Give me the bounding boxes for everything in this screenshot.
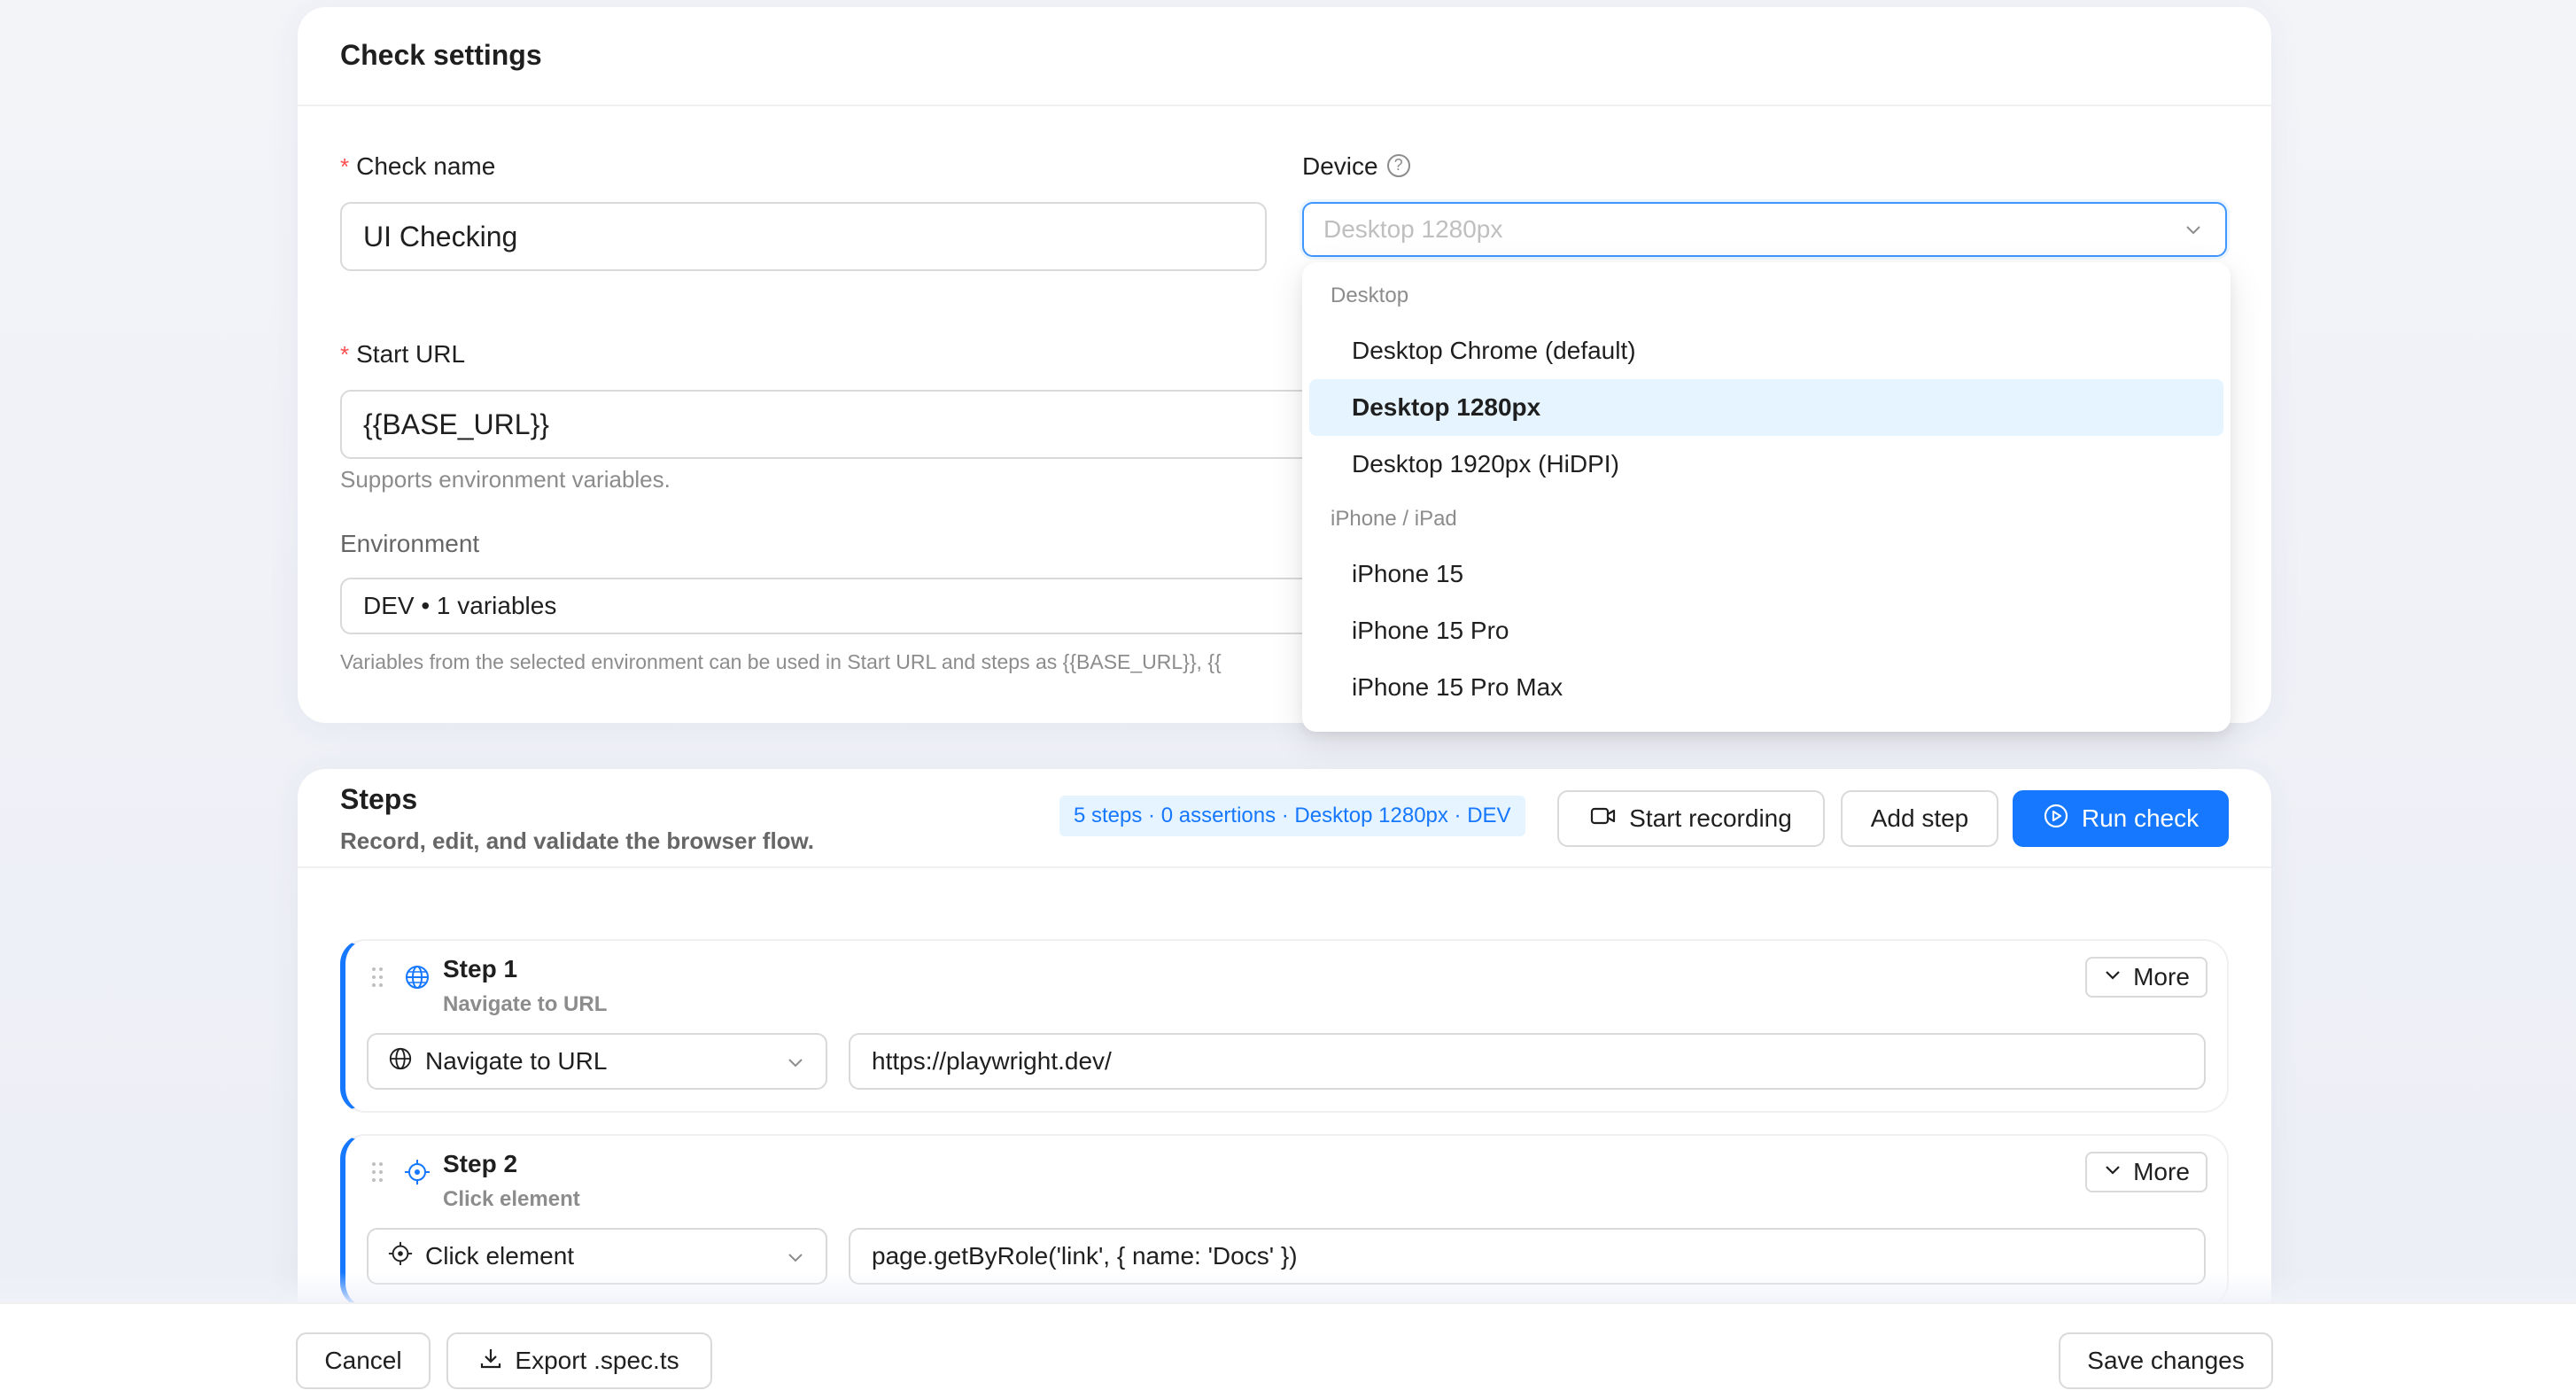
start-recording-button[interactable]: Start recording xyxy=(1557,790,1825,847)
check-settings-title: Check settings xyxy=(298,7,2271,106)
device-option[interactable]: Desktop 1920px (HiDPI) xyxy=(1309,436,2223,493)
steps-title: Steps xyxy=(340,783,418,815)
step-action-label: Navigate to URL xyxy=(425,1047,608,1075)
export-button[interactable]: Export .spec.ts xyxy=(446,1332,712,1389)
device-option[interactable]: iPhone 15 Pro Max xyxy=(1309,659,2223,716)
step-title: Step 1 xyxy=(443,955,518,982)
device-select-placeholder: Desktop 1280px xyxy=(1323,215,1503,243)
device-select[interactable]: Desktop 1280px xyxy=(1302,202,2227,257)
chevron-down-icon xyxy=(785,1246,806,1274)
start-url-label: * Start URL xyxy=(340,340,466,368)
step-title: Step 2 xyxy=(443,1150,518,1177)
chevron-down-icon xyxy=(785,1051,806,1079)
cancel-button[interactable]: Cancel xyxy=(296,1332,431,1389)
dropdown-group-label: Desktop xyxy=(1331,283,1409,307)
required-asterisk: * xyxy=(340,153,350,180)
step-card: Step 1 Navigate to URL More Navigate to … xyxy=(340,939,2229,1113)
aim-icon xyxy=(388,1241,413,1272)
device-label: Device? xyxy=(1302,152,1410,181)
environment-label: Environment xyxy=(340,530,480,557)
steps-divider xyxy=(298,866,2271,868)
footer-fade xyxy=(0,1272,2576,1304)
add-step-button[interactable]: Add step xyxy=(1841,790,1998,847)
chevron-down-icon xyxy=(2103,1158,2122,1186)
globe-icon xyxy=(388,1046,413,1077)
globe-icon xyxy=(404,964,431,995)
check-name-label: * Check name xyxy=(340,152,496,180)
start-url-input[interactable]: {{BASE_URL}} xyxy=(340,390,1332,459)
device-option-selected[interactable]: Desktop 1280px xyxy=(1309,379,2223,436)
question-circle-icon[interactable]: ? xyxy=(1386,153,1410,177)
drag-handle-icon[interactable] xyxy=(370,1161,384,1190)
step-value-input[interactable]: https://playwright.dev/ xyxy=(849,1033,2206,1090)
step-action-label: Click element xyxy=(425,1242,575,1270)
environment-help: Variables from the selected environment … xyxy=(340,650,1222,673)
device-dropdown: Desktop Desktop Chrome (default) Desktop… xyxy=(1302,262,2231,732)
steps-summary-tag: 5 steps · 0 assertions · Desktop 1280px … xyxy=(1059,796,1525,836)
more-button[interactable]: More xyxy=(2085,1152,2207,1192)
steps-subtitle: Record, edit, and validate the browser f… xyxy=(340,827,815,854)
required-asterisk: * xyxy=(340,341,350,368)
save-changes-button[interactable]: Save changes xyxy=(2059,1332,2273,1389)
drag-handle-icon[interactable] xyxy=(370,966,384,995)
chevron-down-icon xyxy=(2103,963,2122,991)
chevron-down-icon xyxy=(2183,218,2204,246)
footer-bar: Cancel Export .spec.ts Save changes xyxy=(0,1302,2576,1398)
play-circle-icon xyxy=(2043,803,2069,835)
check-name-input[interactable]: UI Checking xyxy=(340,202,1267,271)
device-option[interactable]: iPhone 15 xyxy=(1309,546,2223,602)
step-action-select[interactable]: Navigate to URL xyxy=(367,1033,827,1090)
dropdown-group-label: iPhone / iPad xyxy=(1331,507,1457,531)
step-subtitle: Navigate to URL xyxy=(443,992,608,1016)
more-button[interactable]: More xyxy=(2085,957,2207,998)
aim-icon xyxy=(404,1159,431,1190)
run-check-button[interactable]: Run check xyxy=(2013,790,2229,847)
step-subtitle: Click element xyxy=(443,1187,580,1211)
video-camera-icon xyxy=(1590,804,1617,833)
download-icon xyxy=(479,1347,502,1376)
environment-select[interactable]: DEV • 1 variables xyxy=(340,578,1332,634)
device-option[interactable]: iPhone 15 Pro xyxy=(1309,602,2223,659)
device-option[interactable]: Desktop Chrome (default) xyxy=(1309,322,2223,379)
start-url-help: Supports environment variables. xyxy=(340,466,671,493)
